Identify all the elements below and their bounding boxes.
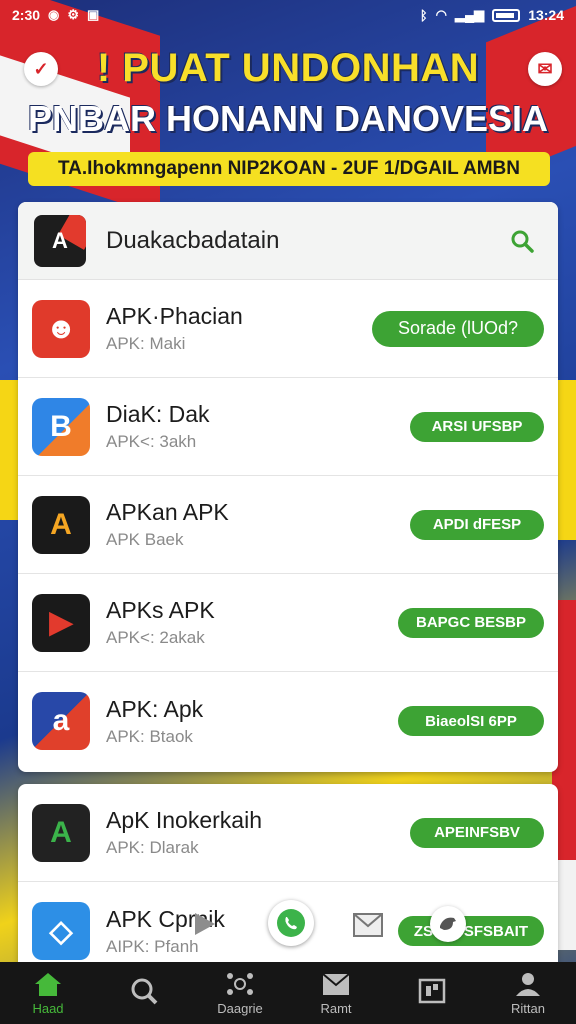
nav-grid[interactable] [387,978,477,1008]
envelope-icon[interactable] [352,910,384,940]
app-name: APKs APK [106,597,215,623]
list-item[interactable]: a APK: Apk APK: Btaok BiaeolSI 6PP [18,672,558,770]
black-a-icon: A [32,495,90,554]
home-icon [35,972,61,996]
app-logo: A [34,214,86,267]
multicolor-a-icon: a [32,692,90,750]
list-item[interactable]: B DiaK: Dak APK<: 3akh ARSI UFSBP [18,378,558,476]
app-subtitle: APK: Dlarak [106,838,199,857]
banner-subtitle: PNBAR HONANN DANOVESIA [27,98,549,139]
nav-ramt[interactable]: Ramt [291,971,381,1016]
app-name: ApK Inokerkaih [106,807,262,833]
nav-home[interactable]: Haad [3,971,93,1016]
nav-profile[interactable]: Rittan [483,971,573,1016]
settings-icon: ⚙ [67,7,80,22]
bird-icon[interactable] [430,906,466,942]
search-bar[interactable]: A Duakacbadatain [18,202,558,280]
download-button[interactable]: BAPGC BESBP [398,607,544,638]
nav-label: Ramt [320,1000,352,1016]
app-subtitle: APK: Btaok [106,726,193,746]
list-item[interactable]: ▶ APKs APK APK<: 2akak BAPGC BESBP [18,574,558,672]
app-subtitle: APK Baek [106,530,184,549]
nav-label: Rittan [511,1000,545,1016]
signal-icon: ▂▄▆ [454,7,485,22]
app-subtitle: APK<: 2akak [106,628,205,647]
app-subtitle: APK: Maki [106,334,186,353]
app-name: DiaK: Dak [106,401,210,427]
image-icon: ▣ [87,7,100,22]
bluetooth-icon: ᛒ [419,7,428,23]
app-name: APKan APK [106,499,229,525]
logo-letter: A [52,227,68,253]
bottom-nav: Haad Daagrie Ramt Rittan [0,962,576,1024]
app-list-card: A Duakacbadatain ☻ APK·Phacian APK: Maki… [18,202,558,772]
grid-icon [418,978,446,1004]
play-icon[interactable] [186,906,222,942]
app-name: APK: Apk [106,695,204,722]
download-button[interactable]: ZSGCI SFSBAIT [397,916,544,946]
nav-label: Daagrie [217,1000,263,1016]
whatsapp-icon[interactable] [268,900,314,946]
download-button[interactable]: APEINFSBV [410,817,544,848]
nav-search[interactable] [99,976,189,1010]
notification-icon: ◉ [48,7,60,22]
nav-label: Haad [32,1000,64,1016]
search-title: Duakacbadatain [106,226,280,254]
battery-icon [492,8,521,22]
list-item[interactable]: A APKan APK APK Baek APDI dFESP [18,476,558,574]
status-bar: 2:30 ◉ ⚙ ▣ ᛒ ◠ ▂▄▆ 13:24 [0,0,576,30]
download-button[interactable]: BiaeolSI 6PP [398,706,544,736]
download-button[interactable]: ARSI UFSBP [410,411,544,442]
inbox-icon [322,972,350,995]
search-icon[interactable] [502,221,542,261]
blue-outline-icon: ◇ [32,902,90,960]
app-subtitle: APK<: 3akh [106,432,197,451]
person-icon [516,972,540,996]
search-icon [131,978,158,1005]
list-item[interactable]: A ApK Inokerkaih APK: Dlarak APEINFSBV [18,784,558,882]
banner-title: ! PUAT UNDONHAN [96,46,480,90]
app-list-card-secondary: A ApK Inokerkaih APK: Dlarak APEINFSBV ◇… [18,784,558,984]
red-monster-icon: ☻ [32,299,90,358]
status-time: 2:30 [12,7,41,23]
banner-strip: TA.Ihokmngapenn NIP2KOAN - 2UF 1/DGAIL A… [28,152,550,186]
status-clock: 13:24 [528,7,564,23]
hex-a-icon: A [32,803,90,862]
nav-daagrie[interactable]: Daagrie [195,971,285,1016]
network-icon [227,972,253,995]
app-name: APK·Phacian [106,303,243,329]
download-button[interactable]: APDI dFESP [410,509,544,540]
red-play-icon: ▶ [32,593,90,652]
list-item[interactable]: ☻ APK·Phacian APK: Maki Sorade (lUOd? [18,280,558,378]
blue-b-icon: B [32,397,90,456]
download-button[interactable]: Sorade (lUOd? [372,310,544,347]
wifi-icon: ◠ [435,7,447,22]
